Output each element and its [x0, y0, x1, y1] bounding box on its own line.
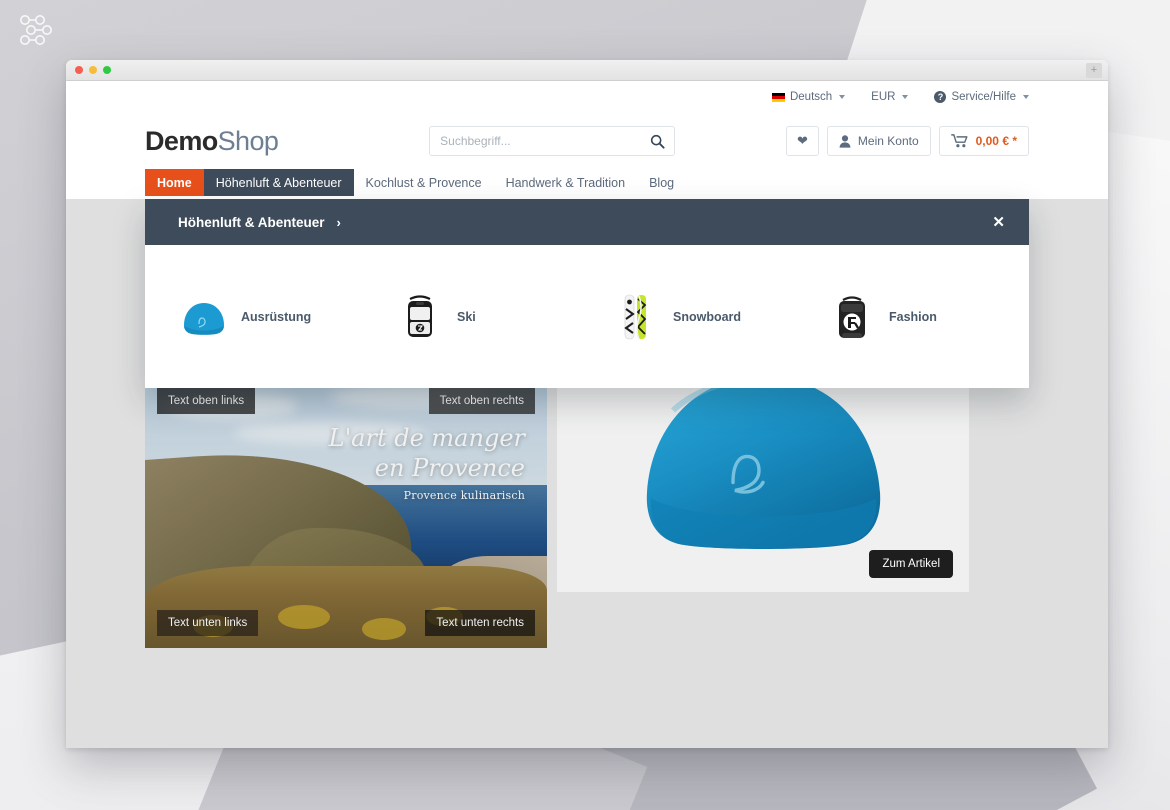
- chevron-right-icon: ›: [336, 214, 341, 230]
- zum-artikel-button[interactable]: Zum Artikel: [869, 550, 953, 578]
- chevron-down-icon: [902, 95, 909, 99]
- logo-text-light: Shop: [217, 125, 279, 156]
- blue-beanie-product-image: [646, 375, 881, 549]
- chevron-down-icon: [839, 95, 846, 99]
- service-help-menu[interactable]: ? Service/Hilfe: [934, 91, 1029, 103]
- search-input[interactable]: [440, 134, 641, 148]
- black-backpack-fashion-thumb-icon: [839, 295, 865, 338]
- currency-label: EUR: [871, 91, 896, 103]
- black-backpack-thumb-icon: [408, 294, 432, 337]
- overlay-text-bottom-right[interactable]: Text unten rechts: [425, 610, 535, 636]
- close-icon[interactable]: ✕: [992, 213, 1005, 231]
- window-minimize-button[interactable]: [89, 66, 97, 74]
- window-close-button[interactable]: [75, 66, 83, 74]
- window-maximize-button[interactable]: [103, 66, 111, 74]
- nav-item-kochlust-provence[interactable]: Kochlust & Provence: [354, 169, 494, 196]
- mega-dropdown-menu: Höhenluft & Abenteuer › ✕ Ausrüstung Ski…: [145, 199, 1029, 388]
- chevron-down-icon: [1023, 95, 1029, 99]
- provence-image-tile[interactable]: L'art de manger en Provence Provence kul…: [145, 376, 547, 648]
- german-flag-icon: [771, 92, 785, 102]
- category-tile-fashion[interactable]: Fashion: [803, 293, 1019, 341]
- cart-icon: [950, 134, 968, 148]
- provence-headline: L'art de manger en Provence Provence kul…: [329, 424, 525, 502]
- mega-menu-body: Ausrüstung Ski Snowboard Fashion: [145, 245, 1029, 388]
- overlay-text-bottom-left[interactable]: Text unten links: [157, 610, 259, 636]
- category-tile-ski[interactable]: Ski: [371, 293, 587, 341]
- green-snowboard-thumb-icon: [624, 294, 647, 339]
- main-navigation: Home Höhenluft & Abenteuer Kochlust & Pr…: [145, 169, 1029, 196]
- shop-container: Deutsch EUR ? Service/Hilfe DemoShop Suc…: [145, 81, 1029, 196]
- wishlist-button[interactable]: ❤: [786, 126, 819, 156]
- new-tab-button[interactable]: +: [1086, 63, 1102, 78]
- scrub-shape: [362, 618, 407, 640]
- category-label: Snowboard: [673, 309, 742, 324]
- shop-logo[interactable]: DemoShop: [145, 125, 279, 157]
- overlay-text-top-left[interactable]: Text oben links: [157, 388, 256, 414]
- scrub-shape: [277, 604, 330, 629]
- page-viewport: Deutsch EUR ? Service/Hilfe DemoShop Suc…: [66, 81, 1108, 748]
- my-account-label: Mein Konto: [857, 134, 919, 148]
- cart-button[interactable]: 0,00 € *: [938, 126, 1029, 156]
- browser-window: + Deutsch EUR ? Service/Hilfe DemoShop S…: [66, 60, 1108, 748]
- headline-line-3: Provence kulinarisch: [403, 489, 525, 502]
- currency-selector[interactable]: EUR: [871, 91, 909, 103]
- heart-icon: ❤: [797, 133, 808, 148]
- user-icon: [839, 134, 851, 148]
- category-label: Ausrüstung: [241, 309, 312, 324]
- category-tile-snowboard[interactable]: Snowboard: [587, 293, 803, 341]
- search-icon: [650, 134, 665, 149]
- network-nodes-logo-icon: [20, 15, 52, 45]
- shop-header: DemoShop ❤: [145, 107, 1029, 169]
- logo-text-bold: Demo: [145, 125, 218, 156]
- language-label: Deutsch: [789, 91, 833, 103]
- category-label: Ski: [457, 309, 476, 324]
- headline-line-2: en Provence: [374, 454, 525, 482]
- nav-item-handwerk-tradition[interactable]: Handwerk & Tradition: [494, 169, 638, 196]
- browser-titlebar: +: [66, 60, 1108, 81]
- mega-menu-title-wrap[interactable]: Höhenluft & Abenteuer ›: [178, 215, 341, 230]
- utility-topbar: Deutsch EUR ? Service/Hilfe: [145, 81, 1029, 107]
- category-label: Fashion: [889, 309, 937, 324]
- mega-menu-header: Höhenluft & Abenteuer › ✕: [145, 199, 1029, 245]
- search-button[interactable]: [640, 127, 674, 155]
- service-help-label: Service/Hilfe: [951, 91, 1016, 103]
- my-account-button[interactable]: Mein Konto: [826, 126, 931, 156]
- nav-item-blog[interactable]: Blog: [637, 169, 686, 196]
- overlay-text-top-right[interactable]: Text oben rechts: [428, 388, 535, 414]
- header-actions: ❤ Mein Konto 0,00 € *: [786, 126, 1029, 156]
- help-circle-icon: ?: [934, 91, 947, 103]
- category-tile-ausruestung[interactable]: Ausrüstung: [155, 293, 371, 341]
- cart-amount: 0,00 € *: [975, 134, 1017, 148]
- nav-item-home[interactable]: Home: [145, 169, 204, 196]
- mega-menu-title: Höhenluft & Abenteuer: [178, 214, 325, 230]
- blue-beanie-thumb-icon: [184, 302, 224, 335]
- search-box[interactable]: [429, 126, 676, 156]
- headline-line-1: L'art de manger: [328, 424, 525, 452]
- nav-item-hoehenluft-abenteuer[interactable]: Höhenluft & Abenteuer: [203, 169, 354, 196]
- language-selector[interactable]: Deutsch: [771, 91, 846, 103]
